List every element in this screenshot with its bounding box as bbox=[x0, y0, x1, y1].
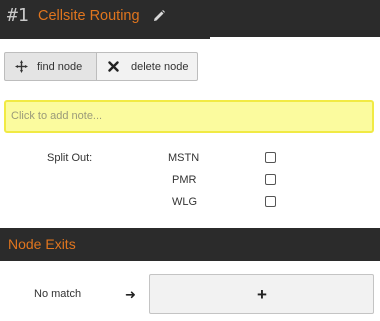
checkbox-pmr[interactable] bbox=[265, 174, 276, 185]
find-node-label: find node bbox=[37, 60, 83, 73]
node-title[interactable]: Cellsite Routing bbox=[38, 8, 140, 24]
node-exits-header: Node Exits bbox=[0, 228, 380, 261]
crosshair-icon bbox=[5, 60, 37, 73]
checkbox-mstn[interactable] bbox=[265, 152, 276, 163]
node-exits-title: Node Exits bbox=[8, 236, 76, 252]
delete-node-button[interactable]: delete node bbox=[96, 52, 198, 81]
checkbox-wlg[interactable] bbox=[265, 196, 276, 207]
exit-label: No match bbox=[34, 288, 82, 300]
add-exit-target-button[interactable]: + bbox=[149, 274, 374, 314]
header-underline bbox=[0, 37, 210, 39]
option-label-wlg: WLG bbox=[172, 196, 198, 208]
node-number: #1 bbox=[7, 5, 29, 26]
arrow-right-icon: ➜ bbox=[125, 287, 136, 302]
delete-node-label: delete node bbox=[131, 60, 189, 73]
split-out-label: Split Out: bbox=[47, 152, 93, 164]
find-node-button[interactable]: find node bbox=[4, 52, 97, 81]
pencil-icon[interactable] bbox=[152, 9, 166, 23]
plus-icon: + bbox=[257, 285, 267, 304]
panel-header: #1 Cellsite Routing bbox=[0, 0, 380, 37]
note-field[interactable]: Click to add note... bbox=[4, 100, 374, 133]
close-icon bbox=[97, 61, 131, 72]
option-label-mstn: MSTN bbox=[168, 152, 200, 164]
option-label-pmr: PMR bbox=[172, 174, 197, 186]
